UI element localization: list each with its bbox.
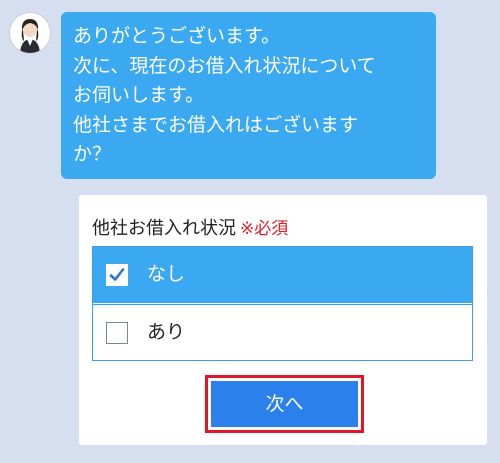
option-none-label: なし bbox=[147, 263, 186, 285]
option-none[interactable]: なし bbox=[93, 247, 472, 303]
option-yes-label: あり bbox=[147, 321, 186, 343]
chat-message-line: 次に、現在のお借入れ状況について bbox=[73, 54, 376, 77]
option-yes-checkbox[interactable] bbox=[106, 322, 128, 344]
next-button-highlight: 次へ bbox=[205, 375, 364, 433]
operator-avatar-icon bbox=[10, 13, 50, 53]
operator-avatar bbox=[9, 12, 51, 54]
next-button[interactable]: 次へ bbox=[211, 381, 358, 427]
option-yes[interactable]: あり bbox=[93, 304, 472, 360]
chat-message-line: お伺いします。 bbox=[73, 84, 205, 106]
field-label-text: 他社お借入れ状況 bbox=[92, 218, 236, 239]
chat-message-line: ありがとうございます。 bbox=[73, 25, 281, 47]
required-mark: ※必須 bbox=[240, 219, 289, 239]
chat-message-line: か？ bbox=[73, 143, 112, 165]
loan-status-options: なし あり bbox=[92, 246, 473, 361]
checkmark-icon bbox=[109, 268, 125, 281]
option-none-checkbox[interactable] bbox=[106, 264, 128, 286]
chat-message-line: 他社さまでお借入れはございます bbox=[73, 113, 359, 136]
chat-message-bubble: ありがとうございます。 次に、現在のお借入れ状況について お伺いします。 他社さ… bbox=[61, 12, 436, 179]
loan-status-form-card: 他社お借入れ状況 ※必須 なし あり 次へ bbox=[79, 195, 487, 445]
field-label: 他社お借入れ状況 ※必須 bbox=[92, 214, 288, 240]
